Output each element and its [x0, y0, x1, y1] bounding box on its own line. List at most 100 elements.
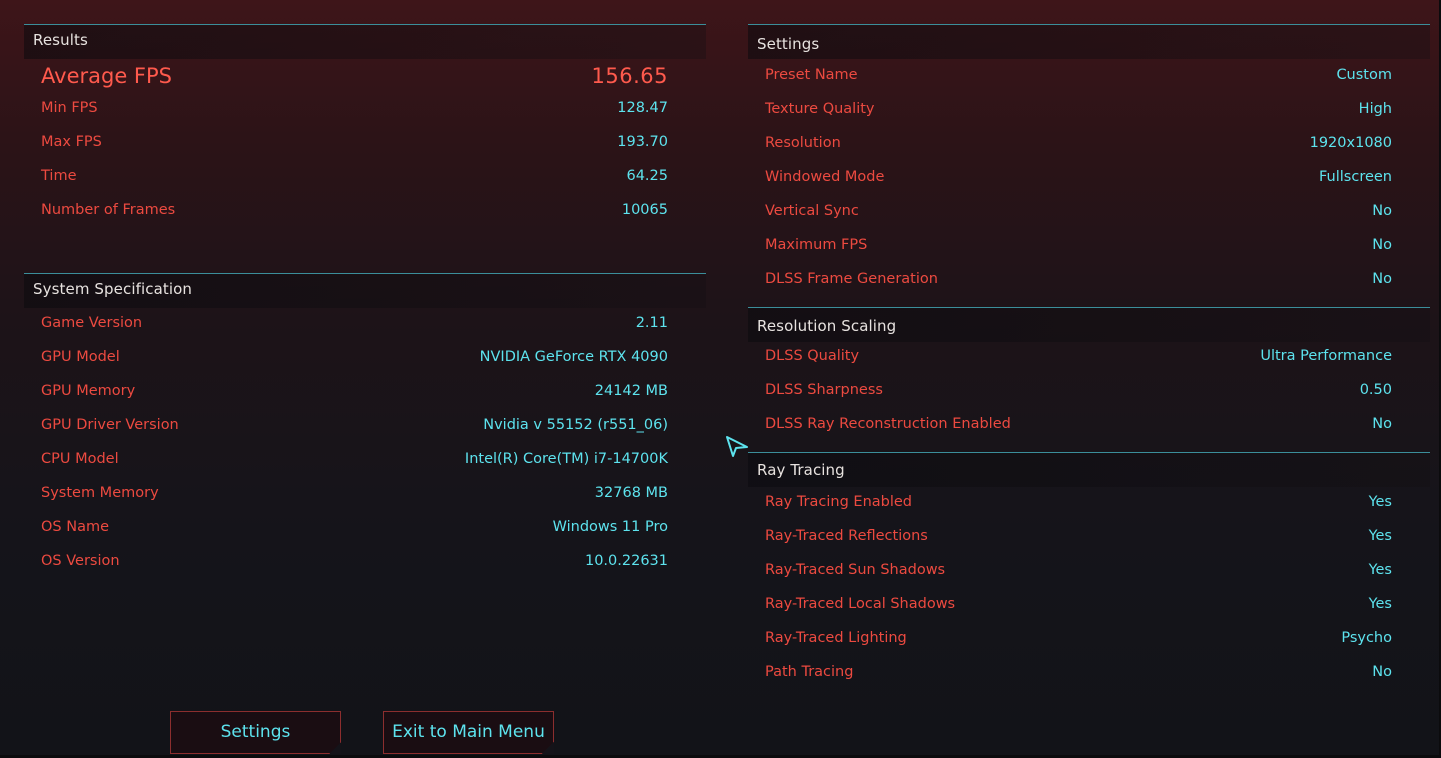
settings-title: Settings	[757, 35, 820, 53]
row-label: DLSS Frame Generation	[765, 271, 938, 287]
system-row-os-version: OS Version 10.0.22631	[41, 553, 668, 575]
rt-row-lighting: Ray-Traced Lighting Psycho	[765, 630, 1392, 652]
row-label: Path Tracing	[765, 664, 854, 680]
row-label: DLSS Sharpness	[765, 382, 883, 398]
row-value: Yes	[1368, 528, 1392, 544]
row-value: Custom	[1336, 67, 1392, 83]
system-title: System Specification	[33, 280, 193, 298]
row-label: GPU Driver Version	[41, 417, 179, 433]
row-value: Nvidia v 55152 (r551_06)	[483, 417, 668, 433]
row-label: Time	[41, 168, 77, 184]
rt-row-path-tracing: Path Tracing No	[765, 664, 1392, 686]
row-label: OS Name	[41, 519, 110, 535]
row-value: 32768 MB	[594, 485, 668, 501]
settings-row-resolution: Resolution 1920x1080	[765, 135, 1392, 157]
results-row-time: Time 64.25	[41, 168, 668, 190]
row-label: Preset Name	[765, 67, 858, 83]
results-panel: Results Average FPS 156.65 Min FPS 128.4…	[24, 24, 706, 264]
system-row-gpu-memory: GPU Memory 24142 MB	[41, 383, 668, 405]
row-label: CPU Model	[41, 451, 119, 467]
row-label: Resolution	[765, 135, 841, 151]
system-row-gpu-model: GPU Model NVIDIA GeForce RTX 4090	[41, 349, 668, 371]
scaling-row-dlss-quality: DLSS Quality Ultra Performance	[765, 348, 1392, 370]
row-label: Ray-Traced Local Shadows	[765, 596, 956, 612]
row-label: GPU Memory	[41, 383, 136, 399]
results-row-min-fps: Min FPS 128.47	[41, 100, 668, 122]
row-value: 1920x1080	[1309, 135, 1392, 151]
system-row-gpu-driver: GPU Driver Version Nvidia v 55152 (r551_…	[41, 417, 668, 439]
system-panel: System Specification Game Version 2.11 G…	[24, 273, 706, 593]
scaling-row-dlss-ray-reconstruction: DLSS Ray Reconstruction Enabled No	[765, 416, 1392, 438]
ray-tracing-header: Ray Tracing	[748, 452, 1430, 487]
row-value: No	[1372, 664, 1392, 680]
row-value: Yes	[1368, 562, 1392, 578]
row-label: Max FPS	[41, 134, 102, 150]
row-label: DLSS Quality	[765, 348, 860, 364]
system-row-game-version: Game Version 2.11	[41, 315, 668, 337]
row-label: System Memory	[41, 485, 159, 501]
row-label: OS Version	[41, 553, 120, 569]
ray-tracing-panel: Ray Tracing Ray Tracing Enabled Yes Ray-…	[748, 452, 1430, 692]
row-label: Ray-Traced Sun Shadows	[765, 562, 946, 578]
scaling-row-dlss-sharpness: DLSS Sharpness 0.50	[765, 382, 1392, 404]
settings-row-texture: Texture Quality High	[765, 101, 1392, 123]
resolution-scaling-header: Resolution Scaling	[748, 307, 1430, 342]
average-fps-label: Average FPS	[41, 64, 172, 88]
average-fps-row: Average FPS 156.65	[41, 64, 668, 90]
row-value: 193.70	[617, 134, 668, 150]
row-label: DLSS Ray Reconstruction Enabled	[765, 416, 1011, 432]
resolution-scaling-title: Resolution Scaling	[757, 317, 897, 335]
settings-row-vsync: Vertical Sync No	[765, 203, 1392, 225]
settings-header: Settings	[748, 24, 1430, 59]
results-row-frames: Number of Frames 10065	[41, 202, 668, 224]
row-label: Texture Quality	[765, 101, 875, 117]
row-value: 10.0.22631	[584, 553, 668, 569]
settings-row-frame-gen: DLSS Frame Generation No	[765, 271, 1392, 293]
row-value: High	[1358, 101, 1392, 117]
system-row-memory: System Memory 32768 MB	[41, 485, 668, 507]
row-value: 0.50	[1359, 382, 1392, 398]
exit-to-main-menu-button[interactable]: Exit to Main Menu	[383, 711, 554, 754]
row-value: No	[1372, 416, 1392, 432]
row-label: Game Version	[41, 315, 143, 331]
row-value: 10065	[621, 202, 668, 218]
row-value: No	[1372, 271, 1392, 287]
rt-row-local-shadows: Ray-Traced Local Shadows Yes	[765, 596, 1392, 618]
settings-row-windowed: Windowed Mode Fullscreen	[765, 169, 1392, 191]
row-label: Windowed Mode	[765, 169, 885, 185]
row-value: 128.47	[617, 100, 668, 116]
rt-row-sun-shadows: Ray-Traced Sun Shadows Yes	[765, 562, 1392, 584]
row-label: Ray-Traced Reflections	[765, 528, 928, 544]
row-label: Number of Frames	[41, 202, 176, 218]
system-row-os-name: OS Name Windows 11 Pro	[41, 519, 668, 541]
settings-button[interactable]: Settings	[170, 711, 341, 754]
rt-row-enabled: Ray Tracing Enabled Yes	[765, 494, 1392, 516]
results-row-max-fps: Max FPS 193.70	[41, 134, 668, 156]
row-value: 64.25	[626, 168, 668, 184]
row-value: Yes	[1368, 596, 1392, 612]
row-value: 2.11	[635, 315, 668, 331]
settings-row-max-fps: Maximum FPS No	[765, 237, 1392, 259]
row-value: No	[1372, 203, 1392, 219]
row-label: Maximum FPS	[765, 237, 868, 253]
row-label: Ray Tracing Enabled	[765, 494, 913, 510]
row-label: GPU Model	[41, 349, 120, 365]
average-fps-value: 156.65	[591, 64, 668, 88]
system-header: System Specification	[24, 273, 706, 308]
resolution-scaling-panel: Resolution Scaling DLSS Quality Ultra Pe…	[748, 307, 1430, 447]
settings-panel: Settings Preset Name Custom Texture Qual…	[748, 24, 1430, 304]
row-value: Yes	[1368, 494, 1392, 510]
row-value: 24142 MB	[594, 383, 668, 399]
row-value: Psycho	[1341, 630, 1392, 646]
row-label: Vertical Sync	[765, 203, 859, 219]
row-label: Ray-Traced Lighting	[765, 630, 907, 646]
system-row-cpu-model: CPU Model Intel(R) Core(TM) i7-14700K	[41, 451, 668, 473]
results-title: Results	[33, 31, 88, 49]
row-value: No	[1372, 237, 1392, 253]
rt-row-reflections: Ray-Traced Reflections Yes	[765, 528, 1392, 550]
row-value: Fullscreen	[1319, 169, 1392, 185]
results-header: Results	[24, 24, 706, 59]
pointer-cursor-icon	[726, 436, 748, 457]
settings-row-preset: Preset Name Custom	[765, 67, 1392, 89]
row-value: Intel(R) Core(TM) i7-14700K	[464, 451, 668, 467]
